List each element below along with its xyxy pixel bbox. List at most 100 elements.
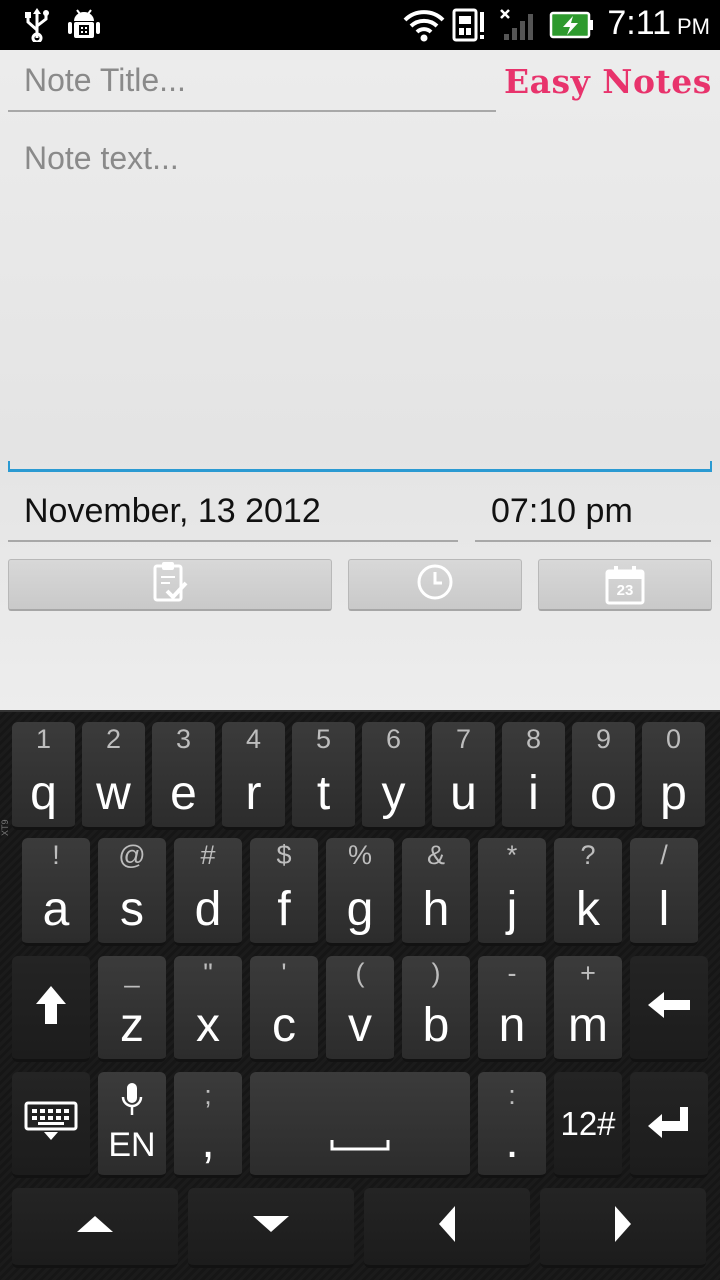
key-main-label: d	[194, 883, 222, 936]
key-sub-label: !	[52, 840, 60, 870]
backspace-arrow-icon	[646, 990, 692, 1025]
time-value: 07:10 pm	[491, 492, 633, 530]
key-sub-label: 0	[665, 724, 682, 754]
key-sub-label: (	[355, 958, 365, 988]
key-o[interactable]: 9o	[572, 722, 635, 830]
arrow-up-key[interactable]	[12, 1188, 178, 1268]
key-sub-label: -	[507, 958, 517, 988]
symbols-key[interactable]: 12#	[554, 1072, 622, 1178]
shift-arrow-icon	[34, 984, 68, 1031]
key-main-label: s	[120, 883, 144, 936]
date-value: November, 13 2012	[24, 492, 321, 530]
pick-time-button[interactable]	[348, 559, 522, 611]
key-main-label: p	[660, 767, 687, 820]
key-sub-label: ;	[204, 1080, 212, 1110]
key-e[interactable]: 3e	[152, 722, 215, 830]
key-sub-label: "	[203, 958, 213, 988]
android-debug-icon	[66, 8, 102, 42]
key-sub-label: #	[200, 840, 216, 870]
calendar-day: 23	[616, 581, 634, 599]
key-w[interactable]: 2w	[82, 722, 145, 830]
key-a[interactable]: ! a	[22, 838, 90, 946]
key-main-label: k	[576, 883, 600, 936]
key-main-label: o	[590, 767, 617, 820]
key-main-label: ,	[201, 1115, 215, 1168]
key-sub-label: /	[660, 840, 668, 870]
note-title-input[interactable]: Note Title...	[8, 58, 496, 112]
status-bar: 7:11 PM	[0, 0, 720, 50]
clock: 7:11 PM	[607, 4, 710, 46]
key-c[interactable]: ' c	[250, 956, 318, 1062]
pick-date-button[interactable]: 23	[538, 559, 712, 611]
key-main-label: m	[568, 999, 608, 1052]
key-d[interactable]: # d	[174, 838, 242, 946]
key-sub-label: 1	[35, 724, 52, 754]
battery-charging-icon	[548, 8, 596, 42]
key-main-label: i	[528, 767, 539, 820]
key-sub-label: $	[276, 840, 292, 870]
key-main-label: g	[346, 883, 374, 936]
voice-language-key[interactable]: EN	[98, 1072, 166, 1178]
key-b[interactable]: ) b	[402, 956, 470, 1062]
shift-key[interactable]	[12, 956, 90, 1062]
key-sub-label: :	[508, 1080, 516, 1110]
microphone-icon	[98, 1082, 166, 1123]
key-main-label: a	[42, 883, 70, 936]
enter-arrow-icon	[646, 1104, 692, 1143]
key-s[interactable]: @ s	[98, 838, 166, 946]
key-main-label: v	[348, 999, 372, 1052]
key-r[interactable]: 4r	[222, 722, 285, 830]
key-sub-label: ?	[580, 840, 596, 870]
key-main-label: w	[96, 767, 131, 820]
key-sub-label: '	[281, 958, 287, 988]
key-l[interactable]: / l	[630, 838, 698, 946]
key-u[interactable]: 7u	[432, 722, 495, 830]
hide-keyboard-key[interactable]	[12, 1072, 90, 1178]
arrow-down-key[interactable]	[188, 1188, 354, 1268]
arrow-down-icon	[251, 1214, 291, 1239]
key-x[interactable]: " x	[174, 956, 242, 1062]
key-sub-label: 9	[595, 724, 612, 754]
key-sub-label: 5	[315, 724, 332, 754]
keyboard-hide-icon	[24, 1101, 78, 1146]
key-sub-label: *	[506, 840, 518, 870]
period-key[interactable]: : .	[478, 1072, 546, 1178]
key-y[interactable]: 6y	[362, 722, 425, 830]
key-j[interactable]: * j	[478, 838, 546, 946]
key-n[interactable]: -n	[478, 956, 546, 1062]
language-label: EN	[108, 1126, 156, 1164]
arrow-right-key[interactable]	[540, 1188, 706, 1268]
key-v[interactable]: (v	[326, 956, 394, 1062]
key-z[interactable]: _ z	[98, 956, 166, 1062]
key-main-label: t	[316, 767, 331, 820]
symbols-label: 12#	[560, 1104, 616, 1142]
key-main-label: n	[498, 999, 526, 1052]
space-key[interactable]	[250, 1072, 470, 1178]
key-sub-label: @	[118, 840, 146, 870]
date-field[interactable]: November, 13 2012	[8, 486, 458, 542]
key-k[interactable]: ? k	[554, 838, 622, 946]
key-p[interactable]: 0p	[642, 722, 705, 830]
clipboard-check-icon	[152, 561, 188, 608]
key-sub-label: %	[347, 840, 372, 870]
comma-key[interactable]: ; ,	[174, 1072, 242, 1178]
enter-key[interactable]	[630, 1072, 708, 1178]
key-main-label: .	[505, 1115, 519, 1168]
key-sub-label: 8	[525, 724, 542, 754]
arrow-left-key[interactable]	[364, 1188, 530, 1268]
save-note-button[interactable]	[8, 559, 332, 611]
key-f[interactable]: $ f	[250, 838, 318, 946]
key-m[interactable]: + m	[554, 956, 622, 1062]
sim-alert-icon	[452, 8, 488, 42]
key-i[interactable]: 8i	[502, 722, 565, 830]
clock-time: 7:11	[607, 4, 671, 42]
time-field[interactable]: 07:10 pm	[475, 486, 711, 542]
key-g[interactable]: % g	[326, 838, 394, 946]
key-sub-label: &	[426, 840, 445, 870]
key-main-label: h	[422, 883, 450, 936]
key-t[interactable]: 5t	[292, 722, 355, 830]
note-text-input[interactable]: Note text...	[8, 130, 712, 472]
backspace-key[interactable]	[630, 956, 708, 1062]
key-h[interactable]: & h	[402, 838, 470, 946]
key-q[interactable]: 1q	[12, 722, 75, 830]
